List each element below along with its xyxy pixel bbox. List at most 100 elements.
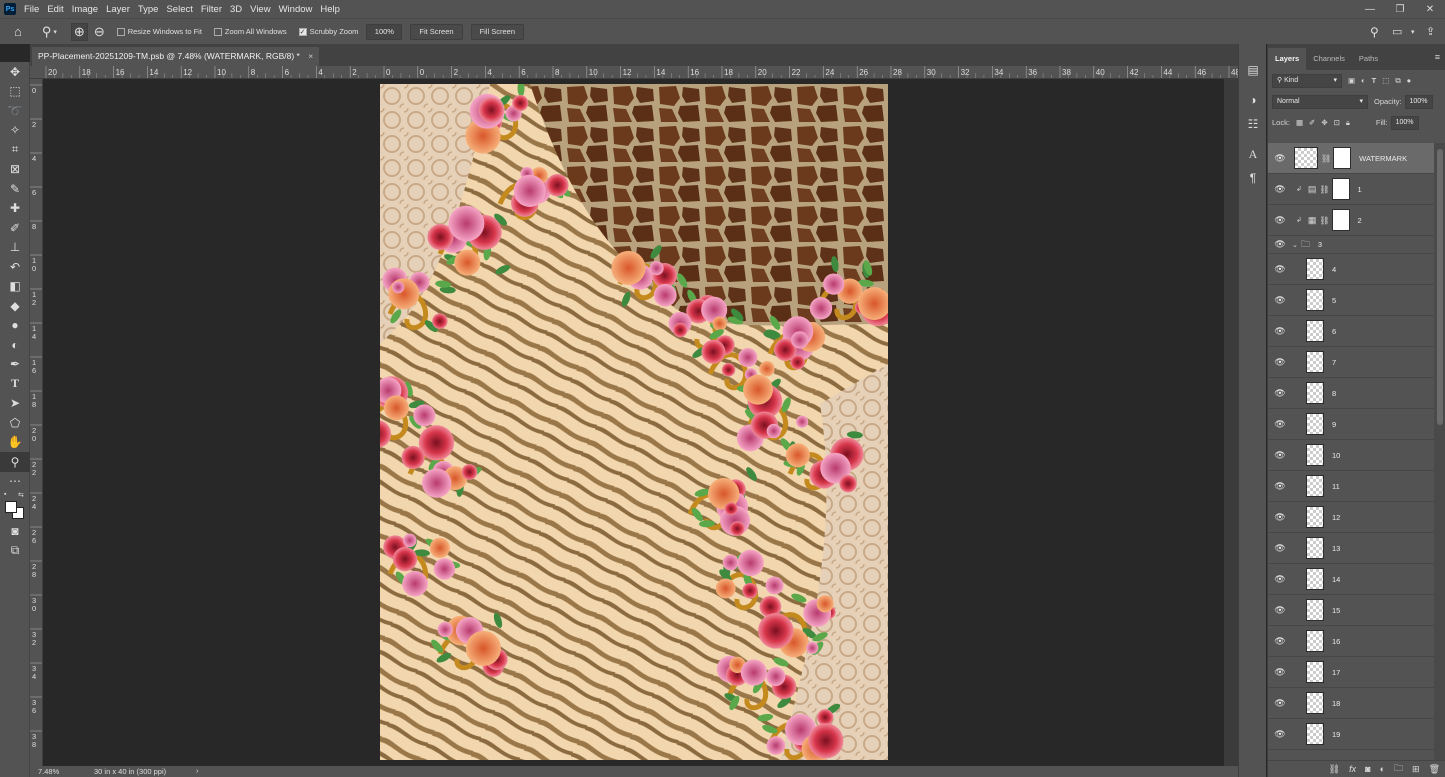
chevron-down-icon[interactable]: ▾ xyxy=(1411,28,1415,36)
close-window-icon[interactable]: ✕ xyxy=(1415,0,1445,18)
new-adjustment-icon[interactable]: ◐ xyxy=(1380,764,1385,774)
visibility-eye-icon[interactable]: 👁︎ xyxy=(1268,239,1292,250)
scrollbar-thumb[interactable] xyxy=(1437,149,1443,425)
artwork-canvas[interactable] xyxy=(380,84,888,760)
adjustments-icon[interactable]: ◑ xyxy=(1239,88,1267,112)
menu-file[interactable]: File xyxy=(24,4,39,15)
frame-tool-icon[interactable]: ⊠ xyxy=(0,160,30,180)
filter-shape-icon[interactable]: ⬚ xyxy=(1382,76,1389,85)
layer-name[interactable]: 17 xyxy=(1332,668,1340,677)
layer-row-14[interactable]: 👁︎ 14 xyxy=(1268,564,1434,595)
layer-name[interactable]: 5 xyxy=(1332,296,1336,305)
visibility-eye-icon[interactable]: 👁︎ xyxy=(1268,450,1292,461)
zoom-tool-icon[interactable]: ⚲ xyxy=(0,452,30,472)
shape-tool-icon[interactable]: ⬠ xyxy=(0,413,30,433)
layer-row-4[interactable]: 👁︎ 4 xyxy=(1268,254,1434,285)
layer-name[interactable]: 15 xyxy=(1332,606,1340,615)
close-tab-icon[interactable]: × xyxy=(308,51,313,61)
filter-adjustment-icon[interactable]: ◐ xyxy=(1361,76,1366,85)
layer-row-watermark[interactable]: 👁︎ ⛓︎ WATERMARK xyxy=(1268,143,1434,174)
layer-name[interactable]: 7 xyxy=(1332,358,1336,367)
layer-mask-thumbnail[interactable] xyxy=(1331,209,1350,231)
resize-windows-checkbox[interactable]: Resize Windows to Fit xyxy=(116,27,202,36)
marquee-tool-icon[interactable]: ⬚ xyxy=(0,82,30,102)
status-arrow-icon[interactable]: › xyxy=(196,766,199,775)
layer-row-9[interactable]: 👁︎ 9 xyxy=(1268,409,1434,440)
visibility-eye-icon[interactable]: 👁︎ xyxy=(1268,481,1292,492)
layer-row-13[interactable]: 👁︎ 13 xyxy=(1268,533,1434,564)
layer-row-15[interactable]: 👁︎ 15 xyxy=(1268,595,1434,626)
zoom-out-icon[interactable]: ⊖ xyxy=(94,24,105,40)
quick-mask-icon[interactable]: ◙ xyxy=(0,521,30,541)
visibility-eye-icon[interactable]: 👁︎ xyxy=(1268,295,1292,306)
layer-name[interactable]: 16 xyxy=(1332,637,1340,646)
fit-screen-button[interactable]: Fit Screen xyxy=(410,23,463,40)
paint-bucket-tool-icon[interactable]: ◆ xyxy=(0,296,30,316)
layer-name[interactable]: 11 xyxy=(1332,482,1340,491)
document-tab[interactable]: PP-Placement-20251209-TM.psb @ 7.48% (WA… xyxy=(32,47,320,66)
layer-row-17[interactable]: 👁︎ 17 xyxy=(1268,657,1434,688)
minimize-icon[interactable]: — xyxy=(1355,0,1385,18)
link-layers-icon[interactable]: ⛓︎ xyxy=(1329,764,1340,775)
layer-row-5[interactable]: 👁︎ 5 xyxy=(1268,285,1434,316)
new-layer-icon[interactable]: ⊞ xyxy=(1412,764,1420,775)
zoom-in-icon[interactable]: ⊕ xyxy=(70,22,88,41)
layer-row-6[interactable]: 👁︎ 6 xyxy=(1268,316,1434,347)
zoom-all-windows-checkbox[interactable]: Zoom All Windows xyxy=(213,27,287,36)
restore-icon[interactable]: ❐ xyxy=(1385,0,1415,18)
blur-tool-icon[interactable]: ● xyxy=(0,316,30,336)
tab-layers[interactable]: Layers xyxy=(1268,48,1307,70)
layer-name[interactable]: 9 xyxy=(1332,420,1336,429)
chevron-down-icon[interactable]: ⌄ xyxy=(1292,241,1298,249)
layer-name[interactable]: 14 xyxy=(1332,575,1340,584)
foreground-color-swatch[interactable] xyxy=(5,501,17,513)
layer-row-10[interactable]: 👁︎ 10 xyxy=(1268,440,1434,471)
layer-mask-thumbnail[interactable] xyxy=(1333,147,1352,169)
visibility-eye-icon[interactable]: 👁︎ xyxy=(1268,512,1292,523)
eyedropper-tool-icon[interactable]: ✎ xyxy=(0,179,30,199)
filter-type-icon[interactable]: T xyxy=(1372,76,1377,85)
fill-screen-button[interactable]: Fill Screen xyxy=(470,23,524,40)
layer-mask-thumbnail[interactable] xyxy=(1331,178,1350,200)
visibility-eye-icon[interactable]: 👁︎ xyxy=(1268,153,1292,164)
add-mask-icon[interactable]: ◙ xyxy=(1365,764,1370,774)
visibility-eye-icon[interactable]: 👁︎ xyxy=(1268,215,1292,226)
lasso-tool-icon[interactable]: ➰ xyxy=(0,101,30,121)
panel-menu-icon[interactable]: ≡ xyxy=(1435,52,1440,62)
visibility-eye-icon[interactable]: 👁︎ xyxy=(1268,667,1292,678)
menu-filter[interactable]: Filter xyxy=(201,4,222,15)
layer-name[interactable]: 6 xyxy=(1332,327,1336,336)
tab-channels[interactable]: Channels xyxy=(1306,48,1352,70)
filter-kind-select[interactable]: ⚲ Kind ▾ xyxy=(1272,73,1342,88)
move-tool-icon[interactable]: ✥ xyxy=(0,62,30,82)
menu-window[interactable]: Window xyxy=(279,4,313,15)
canvas-scrollbar[interactable] xyxy=(1224,79,1238,766)
brush-tool-icon[interactable]: ✐ xyxy=(0,218,30,238)
healing-brush-tool-icon[interactable]: ✚ xyxy=(0,199,30,219)
layer-name[interactable]: 3 xyxy=(1318,240,1322,249)
search-icon[interactable]: ⚲ xyxy=(1370,25,1379,39)
layer-row-1[interactable]: 👁︎ ↲ ▤ ⛓︎ 1 xyxy=(1268,174,1434,205)
layer-row-7[interactable]: 👁︎ 7 xyxy=(1268,347,1434,378)
visibility-eye-icon[interactable]: 👁︎ xyxy=(1268,729,1292,740)
layer-row-19[interactable]: 👁︎ 19 xyxy=(1268,719,1434,750)
properties-icon[interactable]: ☷ xyxy=(1239,112,1267,136)
fill-field[interactable]: 100% xyxy=(1390,115,1419,130)
tab-paths[interactable]: Paths xyxy=(1352,48,1385,70)
layer-style-icon[interactable]: fx xyxy=(1349,764,1356,774)
lock-all-icon[interactable]: 🔒︎ xyxy=(1346,118,1350,128)
share-icon[interactable]: ⇪ xyxy=(1426,25,1435,38)
layers-scrollbar[interactable] xyxy=(1434,143,1445,760)
pen-tool-icon[interactable]: ✒ xyxy=(0,355,30,375)
layer-row-11[interactable]: 👁︎ 11 xyxy=(1268,471,1434,502)
stamp-tool-icon[interactable]: ⊥ xyxy=(0,238,30,258)
layer-name[interactable]: 13 xyxy=(1332,544,1340,553)
menu-help[interactable]: Help xyxy=(320,4,340,15)
path-selection-tool-icon[interactable]: ➤ xyxy=(0,394,30,414)
screen-mode-icon[interactable]: ⧉ xyxy=(0,541,30,561)
layer-name[interactable]: 2 xyxy=(1358,216,1362,225)
visibility-eye-icon[interactable]: 👁︎ xyxy=(1268,543,1292,554)
menu-type[interactable]: Type xyxy=(138,4,159,15)
delete-layer-icon[interactable]: 🗑︎ xyxy=(1429,764,1440,775)
workspace-icon[interactable]: ▭ xyxy=(1392,25,1402,38)
